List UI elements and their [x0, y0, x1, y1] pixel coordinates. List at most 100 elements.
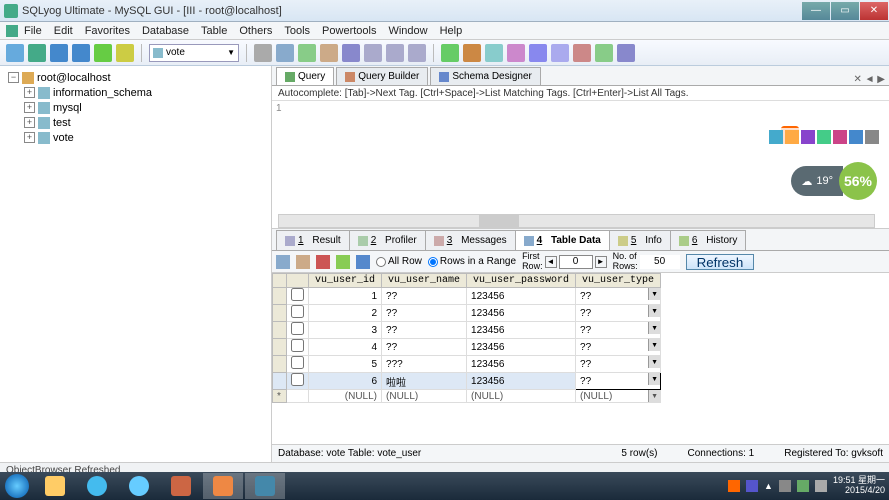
- tool-icon-3[interactable]: [320, 44, 338, 62]
- menu-tools[interactable]: Tools: [284, 25, 310, 37]
- all-row-radio[interactable]: All Row: [376, 256, 422, 267]
- type-dropdown-icon[interactable]: ▼: [648, 373, 660, 385]
- weather-widget[interactable]: ☁19° 56%: [791, 162, 877, 200]
- tree-expand-icon[interactable]: +: [24, 117, 35, 128]
- window-maximize-button[interactable]: ▭: [831, 2, 859, 20]
- data-grid[interactable]: vu_user_id vu_user_name vu_user_password…: [272, 273, 889, 444]
- type-dropdown-icon[interactable]: ▼: [648, 390, 660, 402]
- tool-icon-2[interactable]: [298, 44, 316, 62]
- tab-table-data[interactable]: 4 Table Data: [515, 230, 610, 250]
- save-row-icon[interactable]: [336, 255, 350, 269]
- misc-icon-2[interactable]: [595, 44, 613, 62]
- menu-table[interactable]: Table: [201, 25, 227, 37]
- menu-database[interactable]: Database: [142, 25, 189, 37]
- taskbar-app-1[interactable]: [77, 473, 117, 499]
- backup-icon[interactable]: [507, 44, 525, 62]
- tray-icon-3[interactable]: [797, 480, 809, 492]
- schedule-icon[interactable]: [529, 44, 547, 62]
- tree-expand-icon[interactable]: +: [24, 87, 35, 98]
- system-tray[interactable]: ▲ 19:51 星期一 2015/4/20: [728, 476, 889, 496]
- tree-db-vote[interactable]: + vote: [4, 130, 267, 145]
- execute-all-icon[interactable]: [72, 44, 90, 62]
- refresh-button[interactable]: Refresh: [686, 254, 755, 270]
- col-vu-user-password[interactable]: vu_user_password: [467, 274, 576, 288]
- menu-help[interactable]: Help: [440, 25, 463, 37]
- tab-info[interactable]: 5 Info: [609, 230, 671, 250]
- menu-favorites[interactable]: Favorites: [85, 25, 130, 37]
- sync-icon[interactable]: [441, 44, 459, 62]
- tree-expand-icon[interactable]: +: [24, 102, 35, 113]
- tray-icon-1[interactable]: [746, 480, 758, 492]
- tab-profiler[interactable]: 2 Profiler: [349, 230, 426, 250]
- ime-icon-1[interactable]: [769, 130, 783, 144]
- menu-file[interactable]: File: [24, 25, 42, 37]
- tab-messages[interactable]: 3 Messages: [425, 230, 516, 250]
- menu-others[interactable]: Others: [239, 25, 272, 37]
- format-icon[interactable]: [94, 44, 112, 62]
- object-browser[interactable]: − root@localhost + information_schema + …: [0, 66, 272, 462]
- database-selector[interactable]: vote ▼: [149, 44, 239, 62]
- execute-icon[interactable]: [50, 44, 68, 62]
- report-icon[interactable]: [551, 44, 569, 62]
- tree-db-mysql[interactable]: + mysql: [4, 100, 267, 115]
- menu-powertools[interactable]: Powertools: [322, 25, 376, 37]
- tool-icon-5[interactable]: [364, 44, 382, 62]
- tree-db-information-schema[interactable]: + information_schema: [4, 85, 267, 100]
- refresh-icon[interactable]: [28, 44, 46, 62]
- delete-row-icon[interactable]: [316, 255, 330, 269]
- col-vu-user-type[interactable]: vu_user_type: [576, 274, 661, 288]
- tab-result[interactable]: 1 Result: [276, 230, 350, 250]
- import-icon[interactable]: [485, 44, 503, 62]
- type-dropdown-icon[interactable]: ▼: [648, 288, 660, 300]
- menu-edit[interactable]: Edit: [54, 25, 73, 37]
- start-button[interactable]: [0, 472, 34, 500]
- window-close-button[interactable]: ✕: [860, 2, 888, 20]
- tray-volume-icon[interactable]: [815, 480, 827, 492]
- taskbar-explorer[interactable]: [35, 473, 75, 499]
- tray-sogou-icon[interactable]: [728, 480, 740, 492]
- misc-icon-1[interactable]: [573, 44, 591, 62]
- type-dropdown-icon[interactable]: ▼: [648, 322, 660, 334]
- taskbar-app-4[interactable]: [203, 473, 243, 499]
- close-tab-icon[interactable]: ✕ ◄ ▶: [853, 74, 885, 85]
- taskbar-clock[interactable]: 19:51 星期一 2015/4/20: [833, 476, 885, 496]
- tree-collapse-icon[interactable]: −: [8, 72, 19, 83]
- rows-in-range-radio[interactable]: Rows in a Range: [428, 256, 516, 267]
- tool-icon-6[interactable]: [386, 44, 404, 62]
- ime-icon-4[interactable]: [817, 130, 831, 144]
- ime-icon-5[interactable]: [833, 130, 847, 144]
- tray-icon-2[interactable]: [779, 480, 791, 492]
- tab-history[interactable]: 6 History: [670, 230, 746, 250]
- taskbar-sqlyog[interactable]: [245, 473, 285, 499]
- tree-root[interactable]: − root@localhost: [4, 70, 267, 85]
- tray-flag-icon[interactable]: ▲: [764, 481, 773, 491]
- tree-expand-icon[interactable]: +: [24, 132, 35, 143]
- export-icon[interactable]: [463, 44, 481, 62]
- misc-icon-3[interactable]: [617, 44, 635, 62]
- window-minimize-button[interactable]: —: [802, 2, 830, 20]
- taskbar-app-2[interactable]: [119, 473, 159, 499]
- first-row-prev-button[interactable]: ◄: [545, 256, 557, 268]
- tool-icon-7[interactable]: [408, 44, 426, 62]
- menu-window[interactable]: Window: [388, 25, 427, 37]
- tab-query[interactable]: Query: [276, 67, 334, 85]
- type-dropdown-icon[interactable]: ▼: [648, 339, 660, 351]
- col-vu-user-id[interactable]: vu_user_id: [309, 274, 382, 288]
- editor-horizontal-scrollbar[interactable]: [278, 214, 875, 228]
- tab-query-builder[interactable]: Query Builder: [336, 67, 428, 85]
- ime-icon-3[interactable]: [801, 130, 815, 144]
- ime-icon-7[interactable]: [865, 130, 879, 144]
- cancel-row-icon[interactable]: [356, 255, 370, 269]
- ime-toolbar[interactable]: [767, 128, 881, 146]
- save-icon[interactable]: [116, 44, 134, 62]
- ime-icon-6[interactable]: [849, 130, 863, 144]
- num-rows-input[interactable]: [640, 255, 680, 269]
- type-dropdown-icon[interactable]: ▼: [648, 305, 660, 317]
- new-connection-icon[interactable]: [6, 44, 24, 62]
- tool-icon-4[interactable]: [342, 44, 360, 62]
- system-menu-icon[interactable]: [6, 25, 18, 37]
- taskbar-app-3[interactable]: [161, 473, 201, 499]
- type-dropdown-icon[interactable]: ▼: [648, 356, 660, 368]
- col-vu-user-name[interactable]: vu_user_name: [382, 274, 467, 288]
- tool-icon-1[interactable]: [276, 44, 294, 62]
